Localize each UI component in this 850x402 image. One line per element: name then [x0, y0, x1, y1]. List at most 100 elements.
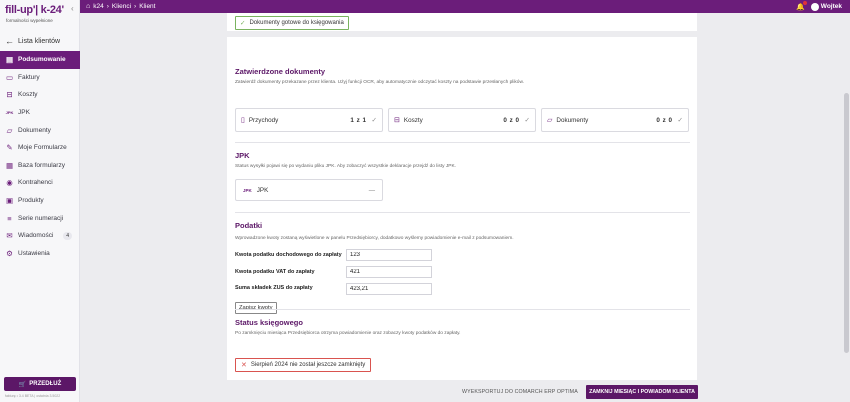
- breadcrumb: ⌂ k24 › Klienci › Klient: [80, 3, 155, 10]
- revenue-icon: ▯: [241, 117, 245, 124]
- user-name: Wojtek: [820, 3, 842, 10]
- sidebar-item-ustawienia[interactable]: ⚙ Ustawienia: [0, 245, 80, 263]
- ready-section: ✓ Dokumenty gotowe do księgowania: [227, 13, 697, 37]
- save-amounts-button[interactable]: Zapisz kwoty: [235, 302, 277, 314]
- jpk-icon: JPK: [5, 110, 14, 116]
- check-icon: ✓: [677, 117, 683, 124]
- sidebar-item-faktury[interactable]: ▭ Faktury: [0, 69, 80, 87]
- sidebar-item-dokumenty[interactable]: ▱ Dokumenty: [0, 121, 80, 139]
- extend-subscription-button[interactable]: 🛒 PRZEDŁUŻ: [4, 377, 76, 391]
- user-menu[interactable]: Wojtek: [810, 2, 842, 11]
- tile-label: Dokumenty: [556, 116, 589, 124]
- scrollbar-thumb[interactable]: [844, 93, 849, 353]
- summary-card: ✓ Dokumenty gotowe do księgowania Zatwie…: [227, 13, 697, 380]
- check-icon: ✓: [371, 117, 377, 124]
- tile-label: Koszty: [403, 116, 423, 124]
- check-icon: ✓: [240, 20, 246, 27]
- cart-icon: 🛒: [18, 381, 27, 388]
- my-forms-icon: ✎: [6, 143, 13, 153]
- taxes-desc: Wprowadzone kwoty zostaną wyświetlone w …: [235, 236, 514, 241]
- sidebar-item-baza-formularzy[interactable]: ▦ Baza formularzy: [0, 157, 80, 175]
- costs-icon: ⊟: [6, 90, 13, 100]
- taxes-title: Podatki: [235, 221, 263, 230]
- sidebar-item-label: Ustawienia: [18, 249, 50, 257]
- settings-icon: ⚙: [6, 248, 13, 258]
- jpk-tile-status: —: [368, 186, 375, 194]
- notifications-bell-icon[interactable]: 🔔: [796, 0, 807, 11]
- logo-tagline: formalności wypełnione: [6, 18, 53, 23]
- arrow-left-icon: ←: [5, 36, 14, 46]
- documents-icon: ▱: [6, 125, 13, 135]
- sidebar-item-label: Podsumowanie: [18, 56, 66, 64]
- collapse-sidebar-icon[interactable]: ‹: [71, 4, 74, 13]
- forms-base-icon: ▦: [5, 160, 14, 170]
- tile-count: 1 z 1: [350, 116, 367, 124]
- sidebar-item-koszty[interactable]: ⊟ Koszty: [0, 86, 80, 104]
- top-bar: ⌂ k24 › Klienci › Klient 🔔 Wojtek: [80, 0, 850, 13]
- sidebar-item-podsumowanie[interactable]: ▤ Podsumowanie: [0, 51, 80, 69]
- products-icon: ▣: [5, 196, 14, 206]
- tile-count: 0 z 0: [503, 116, 520, 124]
- sidebar-nav: ▤ Podsumowanie ▭ Faktury ⊟ Koszty JPK JP…: [0, 51, 80, 262]
- income-tax-input[interactable]: [346, 249, 432, 261]
- tile-koszty[interactable]: ⊟ Koszty 0 z 0 ✓: [388, 108, 536, 132]
- income-tax-label: Kwota podatku dochodowego do zapłaty: [235, 252, 342, 258]
- close-month-notify-button[interactable]: ZAMKNIJ MIESIĄC I POWIADOM KLIENTA: [586, 385, 698, 399]
- notification-dot: [802, 0, 807, 5]
- breadcrumb-klient: Klient: [139, 3, 156, 10]
- page-scrollbar[interactable]: [843, 13, 850, 402]
- tile-label: Przychody: [248, 116, 279, 124]
- extend-button-label: PRZEDŁUŻ: [29, 381, 62, 387]
- sidebar-item-label: Serie numeracji: [18, 214, 64, 222]
- sidebar-item-label: Moje Formularze: [18, 144, 67, 152]
- sidebar-item-moje-formularze[interactable]: ✎ Moje Formularze: [0, 139, 80, 157]
- invoice-icon: ▭: [5, 72, 14, 82]
- vat-tax-label: Kwota podatku VAT do zapłaty: [235, 269, 315, 275]
- sidebar-item-label: Baza formularzy: [18, 161, 65, 169]
- jpk-tile-label: JPK: [256, 186, 269, 194]
- tile-przychody[interactable]: ▯ Przychody 1 z 1 ✓: [235, 108, 383, 132]
- back-to-clients-link[interactable]: ← Lista klientów: [5, 36, 60, 46]
- jpk-status-tile[interactable]: JPK JPK —: [235, 179, 383, 201]
- breadcrumb-klienci[interactable]: Klienci: [112, 3, 131, 10]
- contractors-icon: ◉: [6, 178, 13, 188]
- divider: [235, 142, 690, 143]
- home-icon[interactable]: ⌂: [86, 3, 90, 10]
- sidebar-item-serie-numeracji[interactable]: ≡ Serie numeracji: [0, 209, 80, 227]
- zus-input[interactable]: [346, 283, 432, 295]
- avatar: [810, 2, 819, 11]
- check-icon: ✓: [524, 117, 530, 124]
- numbering-icon: ≡: [7, 213, 12, 223]
- export-comarch-button[interactable]: WYEKSPORTUJ DO COMARCH ERP OPTIMA: [462, 389, 578, 395]
- sidebar-item-label: Faktury: [18, 73, 40, 81]
- sidebar-item-jpk[interactable]: JPK JPK: [0, 104, 80, 122]
- sidebar-item-produkty[interactable]: ▣ Produkty: [0, 192, 80, 210]
- accountant-status-desc: Po zamknięciu miesiąca Przedsiębiorca ot…: [235, 331, 461, 336]
- breadcrumb-k24[interactable]: k24: [93, 3, 103, 10]
- sidebar-item-label: Wiadomości: [18, 232, 54, 240]
- approved-documents-title: Zatwierdzone dokumenty: [235, 67, 326, 76]
- month-not-closed-status: ✕ Sierpień 2024 nie został jeszcze zamkn…: [235, 358, 372, 372]
- messages-icon: ✉: [6, 231, 13, 241]
- vat-tax-input[interactable]: [346, 266, 432, 278]
- divider: [235, 309, 690, 310]
- accountant-status-title: Status księgowego: [235, 318, 303, 327]
- month-status-message: Sierpień 2024 nie został jeszcze zamknię…: [250, 362, 366, 368]
- sidebar-item-wiadomosci[interactable]: ✉ Wiadomości 4: [0, 227, 80, 245]
- zus-label: Suma składek ZUS do zapłaty: [235, 285, 313, 291]
- folder-icon: ▱: [547, 117, 553, 124]
- documents-ready-status: ✓ Dokumenty gotowe do księgowania: [235, 16, 349, 30]
- sidebar-item-kontrahenci[interactable]: ◉ Kontrahenci: [0, 174, 80, 192]
- documents-ready-label: Dokumenty gotowe do księgowania: [249, 20, 344, 26]
- sidebar-item-label: Koszty: [18, 91, 38, 99]
- close-icon: ✕: [241, 362, 247, 369]
- back-link-label: Lista klientów: [18, 37, 61, 45]
- approved-documents-desc: Zatwierdź dokumenty przekazane przez kli…: [235, 80, 525, 85]
- breadcrumb-separator-icon: ›: [106, 3, 109, 10]
- breadcrumb-separator-icon: ›: [134, 3, 137, 10]
- top-bar-right: 🔔 Wojtek: [796, 0, 850, 11]
- tile-count: 0 z 0: [656, 116, 673, 124]
- logo: fill-up'| k-24': [5, 4, 64, 16]
- summary-icon: ▤: [5, 55, 14, 65]
- tile-dokumenty[interactable]: ▱ Dokumenty 0 z 0 ✓: [541, 108, 689, 132]
